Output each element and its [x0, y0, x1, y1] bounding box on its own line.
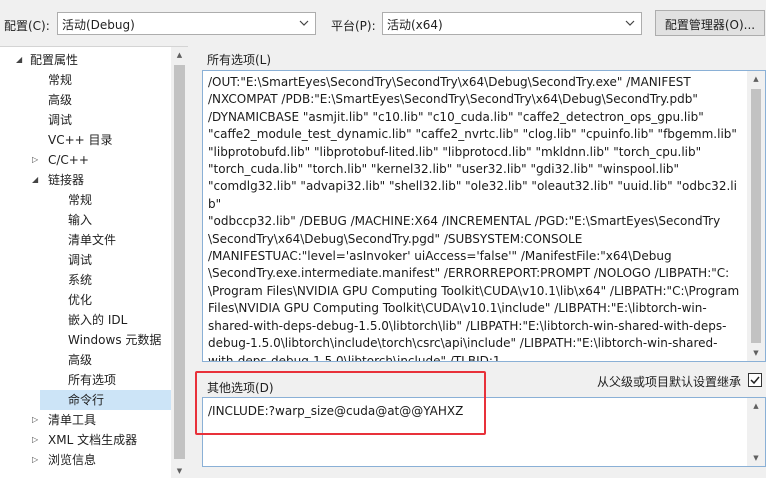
all-options-scrollbar[interactable]: ▲ ▼	[747, 71, 765, 361]
all-options-textbox[interactable]: /OUT:"E:\SmartEyes\SecondTry\SecondTry\x…	[202, 70, 766, 362]
tree-item-label: 高级	[68, 353, 93, 367]
tree-item[interactable]: 调试	[0, 110, 171, 130]
tree-item[interactable]: ▷ 清单工具	[0, 410, 171, 430]
tree-item[interactable]: 调试	[0, 250, 171, 270]
tree-item[interactable]: 高级	[0, 90, 171, 110]
other-options-scrollbar[interactable]: ▲ ▼	[747, 398, 765, 466]
tree-item[interactable]: 清单文件	[0, 230, 171, 250]
configuration-manager-button[interactable]: 配置管理器(O)...	[655, 10, 765, 36]
scroll-up-arrow-icon[interactable]: ▲	[747, 71, 765, 87]
configuration-select[interactable]: 活动(Debug)	[57, 12, 316, 35]
tree-item-label: 常规	[68, 193, 93, 207]
expanded-triangle-icon[interactable]: ◢	[16, 50, 26, 70]
tree-item[interactable]: ▷ 浏览信息	[0, 450, 171, 470]
chevron-down-icon	[299, 20, 309, 26]
tree-item[interactable]: ◢ 链接器	[0, 170, 171, 190]
scroll-down-arrow-icon[interactable]: ▼	[747, 450, 765, 466]
tree-item-label: 常规	[48, 73, 73, 87]
platform-select[interactable]: 活动(x64)	[382, 12, 642, 35]
tree-item-label: 系统	[68, 273, 93, 287]
tree-item[interactable]: 优化	[0, 290, 171, 310]
tree-item[interactable]: 嵌入的 IDL	[0, 310, 171, 330]
collapsed-triangle-icon[interactable]: ▷	[32, 410, 42, 430]
tree-item[interactable]: 命令行	[40, 390, 171, 410]
tree-item-label: 优化	[68, 293, 93, 307]
tree-item-label: VC++ 目录	[48, 133, 113, 147]
tree-item[interactable]: 系统	[0, 270, 171, 290]
checkmark-icon	[750, 376, 760, 385]
collapsed-triangle-icon[interactable]: ▷	[32, 450, 42, 470]
tree-item-label: 输入	[68, 213, 93, 227]
tree-item[interactable]: ◢ 配置属性	[0, 50, 171, 70]
tree-item-label: 调试	[48, 113, 73, 127]
tree-item-label: 嵌入的 IDL	[68, 313, 128, 327]
configuration-value: 活动(Debug)	[62, 18, 135, 32]
property-tree: ◢ 配置属性 常规 高级 调试 VC++ 目录 ▷ C/C++ ◢ 链接器 常规 输入 清单文件 调试 系统…	[0, 46, 188, 478]
tree-item-label: XML 文档生成器	[48, 433, 138, 447]
tree-item-label: 清单工具	[48, 413, 97, 427]
annotation-highlight-box	[195, 371, 486, 435]
tree-scrollbar[interactable]: ▲ ▼	[171, 47, 188, 478]
tree-item[interactable]: 输入	[0, 210, 171, 230]
tree-item[interactable]: 常规	[0, 70, 171, 90]
tree-item[interactable]: Windows 元数据	[0, 330, 171, 350]
tree-item[interactable]: 常规	[0, 190, 171, 210]
tree-item-label: 所有选项	[68, 373, 117, 387]
tree-item-label: 配置属性	[30, 53, 79, 67]
tree-item[interactable]: ▷ C/C++	[0, 150, 171, 170]
platform-label: 平台(P):	[331, 19, 376, 33]
scroll-down-arrow-icon[interactable]: ▼	[747, 345, 765, 361]
tree-item-label: 清单文件	[68, 233, 117, 247]
inherit-checkbox[interactable]	[748, 373, 762, 387]
tree-item-label: 调试	[68, 253, 93, 267]
tree-item-label: 命令行	[68, 393, 105, 407]
tree-item[interactable]: 所有选项	[0, 370, 171, 390]
tree-scrollbar-thumb[interactable]	[174, 65, 185, 459]
top-toolbar: 配置(C): 活动(Debug) 平台(P): 活动(x64) 配置管理器(O)…	[0, 0, 766, 46]
all-options-scrollbar-thumb[interactable]	[751, 89, 761, 343]
platform-value: 活动(x64)	[387, 18, 443, 32]
collapsed-triangle-icon[interactable]: ▷	[32, 150, 42, 170]
tree-item-label: 浏览信息	[48, 453, 97, 467]
scroll-down-arrow-icon[interactable]: ▼	[171, 463, 188, 478]
scroll-up-arrow-icon[interactable]: ▲	[171, 47, 188, 63]
tree-item-label: Windows 元数据	[68, 333, 162, 347]
expanded-triangle-icon[interactable]: ◢	[32, 170, 42, 190]
inherit-label: 从父级或项目默认设置继承	[597, 375, 742, 389]
tree-item-label: 高级	[48, 93, 73, 107]
chevron-down-icon	[625, 20, 635, 26]
tree-item[interactable]: 高级	[0, 350, 171, 370]
tree-item-label: 链接器	[48, 173, 85, 187]
tree-item[interactable]: VC++ 目录	[0, 130, 171, 150]
configuration-label: 配置(C):	[4, 19, 50, 33]
scroll-up-arrow-icon[interactable]: ▲	[747, 398, 765, 414]
all-options-label: 所有选项(L)	[207, 53, 272, 67]
tree-item[interactable]: ▷ XML 文档生成器	[0, 430, 171, 450]
collapsed-triangle-icon[interactable]: ▷	[32, 430, 42, 450]
tree-item-label: C/C++	[48, 153, 89, 167]
